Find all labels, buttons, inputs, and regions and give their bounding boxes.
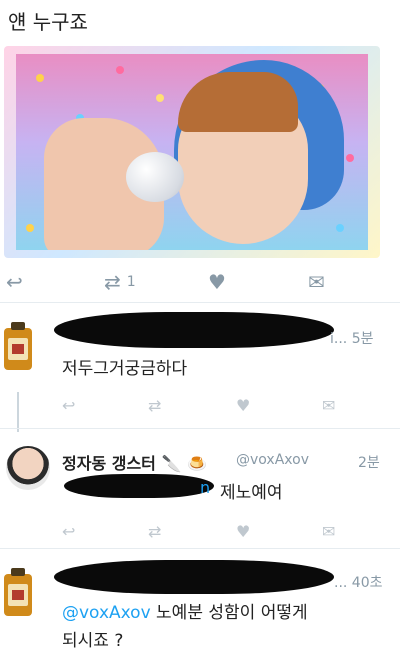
display-name: 정자동 갱스터 🔪 🍮: [62, 454, 207, 473]
pudding-icon: 🍮: [186, 454, 207, 473]
reply-text-line2: 되시죠 ?: [62, 631, 124, 651]
reply-button[interactable]: ↩: [6, 270, 23, 294]
retweet-icon: ⇄: [148, 522, 162, 541]
reply-icon: ↩: [6, 270, 23, 294]
like-button[interactable]: ♥: [208, 270, 226, 294]
timestamp: 2분: [358, 455, 380, 471]
heart-icon: ♥: [236, 396, 251, 415]
direct-message-button[interactable]: ✉: [308, 270, 325, 294]
avatar[interactable]: [4, 322, 32, 370]
redacted-mention: [64, 474, 214, 498]
reply-button[interactable]: ↩: [62, 522, 75, 541]
user-handle[interactable]: @voxAxov: [236, 452, 309, 468]
separator: [0, 548, 400, 549]
redacted-user-info: [54, 560, 334, 594]
avatar[interactable]: [4, 568, 32, 616]
reply-text: @voxAxov 노예분 성함이 어떻게: [62, 603, 308, 623]
timestamp: i... 5분: [330, 331, 374, 347]
heart-icon: ♥: [208, 270, 226, 294]
retweet-count: 1: [126, 274, 136, 290]
partial-mention[interactable]: n: [200, 478, 210, 497]
retweet-icon: ⇄: [104, 270, 121, 294]
like-button[interactable]: ♥: [236, 522, 250, 541]
direct-message-button[interactable]: ✉: [322, 522, 335, 541]
reply-text: 저두그거궁금하다: [62, 359, 188, 379]
avatar[interactable]: [6, 446, 50, 490]
like-button[interactable]: ♥: [236, 396, 250, 415]
retweet-icon: ⇄: [148, 396, 162, 415]
mention-link[interactable]: @voxAxov: [62, 603, 151, 623]
redacted-user-info: [54, 312, 334, 348]
knife-icon: 🔪: [161, 454, 182, 473]
separator: [0, 428, 400, 429]
photo-content: [16, 54, 368, 250]
dm-icon: ✉: [322, 396, 336, 415]
reply-button[interactable]: ↩: [62, 396, 75, 415]
separator: [0, 302, 400, 303]
retweet-button[interactable]: ⇄: [148, 522, 161, 541]
reply-icon: ↩: [62, 522, 76, 541]
retweet-button[interactable]: ⇄ 1: [104, 270, 136, 294]
thread-line: [17, 392, 19, 432]
reply-icon: ↩: [62, 396, 76, 415]
dm-icon: ✉: [308, 270, 325, 294]
retweet-button[interactable]: ⇄: [148, 396, 161, 415]
dm-icon: ✉: [322, 522, 336, 541]
direct-message-button[interactable]: ✉: [322, 396, 335, 415]
page-title: 얜 누구죠: [8, 10, 88, 34]
tweet-media-image[interactable]: [4, 46, 380, 258]
timestamp: ... 40초: [334, 575, 383, 591]
reply-text: 제노예여: [220, 483, 283, 503]
heart-icon: ♥: [236, 522, 251, 541]
